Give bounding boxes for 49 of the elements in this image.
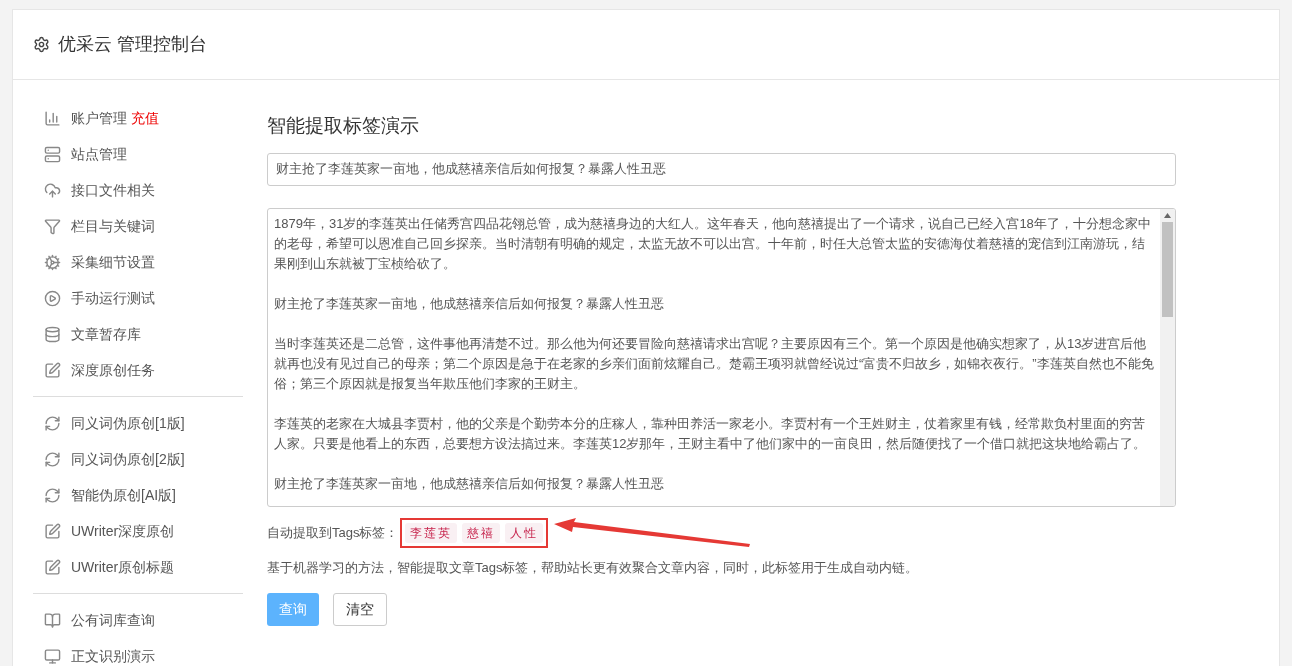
- edit-icon: [44, 361, 61, 379]
- play-icon: [44, 289, 61, 307]
- content-paragraph: 财主抢了李莲英家一亩地，他成慈禧亲信后如何报复？暴露人性丑恶: [274, 294, 665, 313]
- content-paragraph: 当时李莲英还是二总管，这件事他再清楚不过。那么他为何还要冒险向慈禧请求出宫呢？主要原因有三个。第一个原因是他确实想家了，从13岁进宫后他就再也没有见过自己的母亲；第二个原因是急于在老家的乡亲们面前炫耀自己。楚霸王项羽就曾经说过“富贵不归故乡，如锦衣夜行。”李莲英自然也不能免俗；第三个原因就是报复当年欺压他们李家的王财主。: [274, 334, 1154, 393]
- content-textarea[interactable]: [267, 207, 1176, 507]
- sidebar-item[interactable]: 文章暂存库: [33, 316, 243, 352]
- title-field[interactable]: 财主抢了李莲英家一亩地，他成慈禧亲信后如何报复？暴露人性丑恶: [267, 152, 1176, 186]
- clear-button[interactable]: 清空: [333, 593, 387, 626]
- sidebar-item[interactable]: 公有词库查询: [33, 602, 243, 638]
- gears-icon: [44, 253, 61, 271]
- filter-icon: [44, 217, 61, 235]
- sidebar-item[interactable]: 栏目与关键词: [33, 208, 243, 244]
- scrollbar-thumb[interactable]: [1162, 221, 1173, 317]
- sidebar-item[interactable]: UWriter原创标题: [33, 549, 243, 585]
- tags-label: 自动提取到Tags标签：: [267, 523, 399, 542]
- scrollbar[interactable]: [1160, 208, 1175, 506]
- sidebar-item[interactable]: 深度原创任务: [33, 352, 243, 388]
- book-icon: [44, 611, 61, 629]
- sidebar-item[interactable]: 同义词伪原创[1版]: [33, 405, 243, 441]
- bar-chart-icon: [44, 109, 61, 127]
- tag-chip: 李莲英: [405, 522, 458, 543]
- settings-icon: [33, 36, 50, 53]
- sidebar-item[interactable]: 账户管理 充值: [33, 100, 243, 136]
- console-title: 优采云 管理控制台: [58, 33, 207, 56]
- description-text: 基于机器学习的方法，智能提取文章Tags标签，帮助站长更有效聚合文章内容，同时，此标签用于生成自动内链。: [267, 558, 920, 577]
- edit-icon: [44, 522, 61, 540]
- sidebar-item[interactable]: 正文识别演示: [33, 638, 243, 666]
- refresh-icon: [44, 414, 61, 432]
- scroll-up-icon[interactable]: [1164, 212, 1171, 218]
- sidebar-item[interactable]: 采集细节设置: [33, 244, 243, 280]
- content-paragraph: 李莲英的老家在大城县李贾村，他的父亲是个勤劳本分的庄稼人，靠种田养活一家老小。李贾村有一个王姓财主，仗着家里有钱，经常欺负村里面的穷苦人家。只要是他看上的东西，总要想方设法搞过来。李莲英12岁那年，王财主看中了他们家中的一亩良田，然后随便找了一个借口就把这块地给霸占了。: [274, 414, 1148, 453]
- content-paragraph: 财主抢了李莲英家一亩地，他成慈禧亲信后如何报复？暴露人性丑恶: [274, 474, 665, 493]
- refresh-icon: [44, 486, 61, 504]
- tag-chip: 慈禧: [462, 522, 501, 543]
- refresh-icon: [44, 450, 61, 468]
- page-heading: 智能提取标签演示: [267, 114, 420, 138]
- sidebar-item[interactable]: UWriter深度原创: [33, 513, 243, 549]
- server-icon: [44, 145, 61, 163]
- edit-icon: [44, 558, 61, 576]
- database-icon: [44, 325, 61, 343]
- sidebar-item[interactable]: 同义词伪原创[2版]: [33, 441, 243, 477]
- tag-chip: 人性: [505, 522, 544, 543]
- content-paragraph: 1879年，31岁的李莲英出任储秀宫四品花翎总管，成为慈禧身边的大红人。这年春天，他向慈禧提出了一个请求，说自己已经入宫18年了，十分想念家中的老母，希望可以恩准自己回乡探亲。当时清朝有明确的规定，太监无故不可以出宫。十年前，时任大总管太监的安德海仗着慈禧的宠信到江南游玩，结果刚到山东就被丁宝桢给砍了。: [274, 214, 1152, 273]
- sidebar-item[interactable]: 站点管理: [33, 136, 243, 172]
- monitor-icon: [44, 647, 61, 665]
- sidebar-item[interactable]: 接口文件相关: [33, 172, 243, 208]
- sidebar-item[interactable]: 智能伪原创[AI版]: [33, 477, 243, 513]
- cloud-upload-icon: [44, 181, 61, 199]
- sidebar-item[interactable]: 手动运行测试: [33, 280, 243, 316]
